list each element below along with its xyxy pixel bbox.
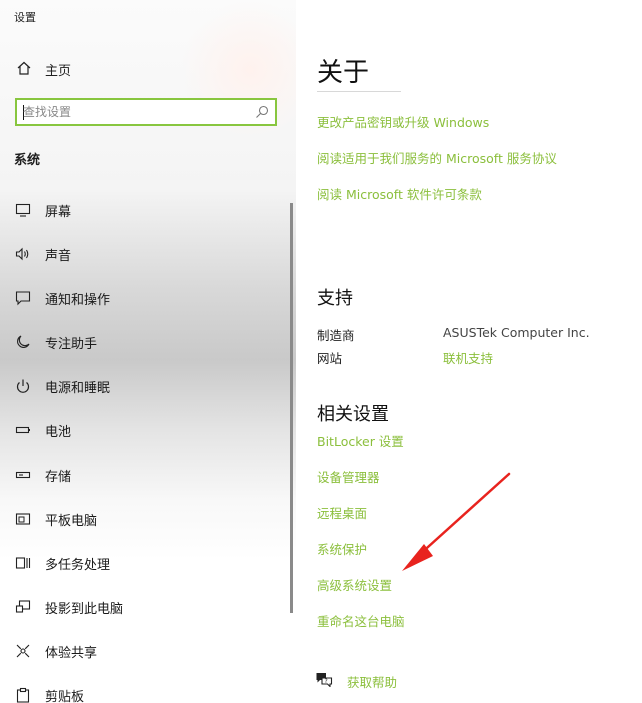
link-software-license-terms[interactable]: 阅读 Microsoft 软件许可条款 [317, 184, 482, 203]
link-advanced-system-settings[interactable]: 高级系统设置 [317, 575, 392, 594]
home-icon [17, 61, 31, 75]
sidebar-home[interactable]: 主页 [0, 58, 296, 84]
sidebar-item-label: 电池 [45, 425, 72, 440]
tablet-icon [15, 513, 31, 525]
sidebar-item-tablet[interactable]: 平板电脑 [0, 499, 290, 539]
sidebar-item-label: 多任务处理 [45, 558, 111, 573]
search-input[interactable] [23, 103, 243, 121]
sidebar-item-storage[interactable]: 存储 [0, 455, 290, 495]
sidebar-item-label: 电源和睡眠 [45, 381, 111, 396]
sidebar-item-label: 平板电脑 [45, 514, 98, 529]
support-heading: 支持 [317, 288, 353, 309]
sidebar-item-battery[interactable]: 电池 [0, 410, 290, 450]
help-icon: ? [316, 673, 333, 687]
svg-text:?: ? [325, 678, 328, 685]
multitasking-icon [15, 557, 31, 569]
manufacturer-label: 制造商 [317, 328, 355, 343]
link-online-support[interactable]: 联机支持 [443, 348, 493, 367]
search-icon[interactable] [255, 105, 269, 119]
link-rename-this-pc[interactable]: 重命名这台电脑 [317, 611, 405, 630]
clipboard-icon [16, 687, 30, 703]
website-label: 网站 [317, 351, 343, 366]
sidebar-item-project[interactable]: 投影到此电脑 [0, 587, 290, 627]
main-content: 关于 更改产品密钥或升级 Windows 阅读适用于我们服务的 Microsof… [296, 0, 642, 703]
sidebar-item-power-sleep[interactable]: 电源和睡眠 [0, 366, 290, 406]
monitor-icon [15, 203, 31, 217]
link-get-help[interactable]: 获取帮助 [347, 672, 397, 691]
page-title: 关于 [317, 58, 370, 88]
related-settings-heading: 相关设置 [317, 404, 389, 425]
sidebar-item-focus-assist[interactable]: 专注助手 [0, 322, 290, 362]
moon-icon [17, 335, 30, 348]
speaker-icon [15, 247, 29, 261]
notification-icon [15, 291, 31, 306]
link-change-product-key[interactable]: 更改产品密钥或升级 Windows [317, 112, 489, 131]
sidebar-item-clipboard[interactable]: 剪贴板 [0, 675, 290, 703]
storage-icon [15, 471, 31, 479]
sidebar-item-label: 通知和操作 [45, 293, 111, 308]
power-icon [16, 379, 30, 393]
search-box[interactable] [15, 98, 277, 126]
sidebar-item-label: 剪贴板 [45, 690, 85, 703]
manufacturer-value: ASUSTek Computer Inc. [443, 325, 590, 340]
sidebar-item-label: 体验共享 [45, 646, 98, 661]
sidebar-item-label: 屏幕 [45, 205, 72, 220]
sidebar-item-label: 专注助手 [45, 337, 98, 352]
share-icon [16, 644, 30, 658]
sidebar-item-display[interactable]: 屏幕 [0, 190, 290, 230]
sidebar-item-multitasking[interactable]: 多任务处理 [0, 543, 290, 583]
sidebar-item-shared-experiences[interactable]: 体验共享 [0, 631, 290, 671]
battery-icon [15, 426, 30, 434]
sidebar-item-label: 投影到此电脑 [45, 602, 124, 617]
link-microsoft-services-agreement[interactable]: 阅读适用于我们服务的 Microsoft 服务协议 [317, 148, 557, 167]
link-remote-desktop[interactable]: 远程桌面 [317, 503, 367, 522]
sidebar-item-label: 声音 [45, 249, 72, 264]
sidebar: 设置 主页 系统 屏幕 声音 通知和操作 [0, 0, 296, 703]
window-title: 设置 [14, 11, 36, 24]
sidebar-item-label: 存储 [45, 470, 72, 485]
project-icon [15, 600, 31, 613]
sidebar-item-notifications[interactable]: 通知和操作 [0, 278, 290, 318]
link-device-manager[interactable]: 设备管理器 [317, 467, 380, 486]
title-divider [317, 91, 401, 92]
link-system-protection[interactable]: 系统保护 [317, 539, 367, 558]
sidebar-item-sound[interactable]: 声音 [0, 234, 290, 274]
sidebar-scrollbar[interactable] [290, 203, 293, 613]
link-bitlocker-settings[interactable]: BitLocker 设置 [317, 431, 404, 450]
sidebar-home-label: 主页 [45, 64, 72, 79]
section-title-system: 系统 [14, 153, 41, 168]
